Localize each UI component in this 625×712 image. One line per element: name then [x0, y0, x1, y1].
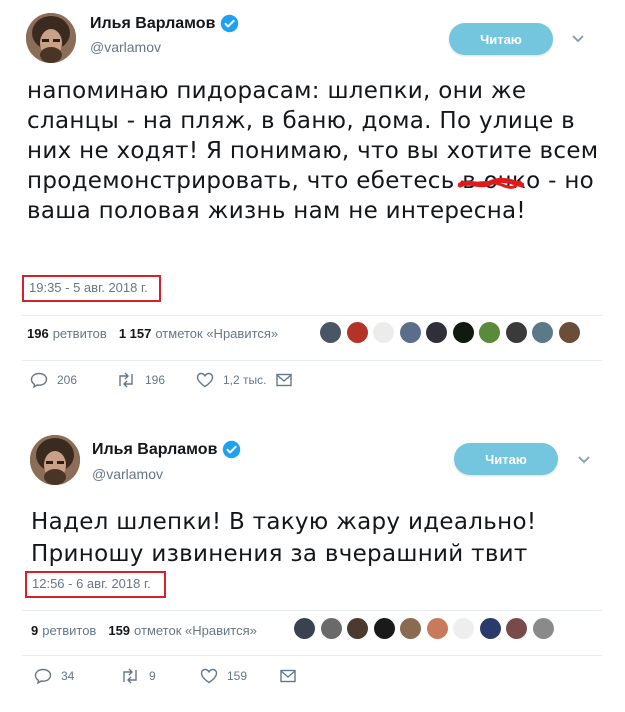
retweets-label: ретвитов	[42, 623, 97, 638]
reply-button[interactable]: 206	[30, 372, 116, 388]
retweets-stat[interactable]: 9 ретвитов	[31, 623, 96, 638]
liker-avatar[interactable]	[426, 618, 448, 639]
like-icon	[200, 668, 218, 684]
liker-avatars	[320, 322, 585, 343]
retweet-button[interactable]: 196	[116, 372, 196, 388]
tweet-timestamp[interactable]: 12:56 - 6 авг. 2018 г.	[25, 571, 166, 598]
liker-avatar[interactable]	[373, 618, 395, 639]
liker-avatar[interactable]	[320, 618, 342, 639]
retweet-icon	[119, 372, 133, 388]
reply-icon	[34, 668, 52, 684]
retweets-label: ретвитов	[52, 326, 107, 341]
liker-avatar[interactable]	[426, 322, 447, 343]
message-icon	[280, 669, 296, 683]
likes-label: отметок «Нравится»	[155, 326, 279, 341]
divider	[22, 655, 602, 656]
liker-avatar[interactable]	[320, 322, 341, 343]
liker-avatar[interactable]	[400, 618, 421, 639]
likes-stat[interactable]: 159 отметок «Нравится»	[108, 623, 257, 638]
author-avatar[interactable]	[30, 435, 80, 485]
liker-avatar[interactable]	[373, 322, 394, 343]
liker-avatar[interactable]	[347, 618, 368, 639]
liker-avatar[interactable]	[452, 322, 474, 343]
liker-avatar[interactable]	[294, 618, 315, 639]
liker-avatar[interactable]	[505, 322, 527, 343]
like-count: 1,2 тыс.	[223, 373, 267, 387]
reply-count: 206	[57, 373, 78, 387]
reply-count: 34	[61, 669, 75, 683]
follow-button[interactable]: Читаю	[454, 443, 558, 475]
message-icon	[276, 373, 292, 387]
divider	[22, 610, 602, 611]
tweet-2: Илья Варламов @varlamov Читаю Надел шлеп…	[0, 0, 625, 684]
author-name[interactable]: Илья Варламов	[92, 441, 217, 459]
likes-label: отметок «Нравится»	[134, 623, 257, 638]
retweets-count: 9	[31, 623, 39, 638]
retweets-stat[interactable]: 196 ретвитов	[27, 326, 107, 341]
like-icon	[196, 372, 214, 388]
liker-avatar[interactable]	[479, 322, 500, 343]
liker-avatar[interactable]	[479, 618, 501, 639]
liker-avatar[interactable]	[558, 322, 580, 343]
liker-avatar[interactable]	[532, 322, 553, 343]
like-button[interactable]: 159	[200, 668, 280, 684]
liker-avatar[interactable]	[399, 322, 421, 343]
retweet-count: 196	[145, 373, 166, 387]
retweet-count: 9	[149, 669, 156, 683]
likes-stat[interactable]: 1 157 отметок «Нравится»	[119, 326, 278, 341]
retweet-button[interactable]: 9	[120, 668, 200, 684]
divider	[22, 315, 602, 316]
retweets-count: 196	[27, 326, 49, 341]
divider	[22, 360, 602, 361]
liker-avatars	[294, 618, 559, 639]
liker-avatar[interactable]	[532, 618, 554, 639]
likes-count: 159	[108, 623, 131, 638]
caret-down-icon[interactable]	[577, 455, 591, 465]
like-button[interactable]: 1,2 тыс.	[196, 372, 276, 388]
like-count: 159	[227, 669, 248, 683]
liker-avatar[interactable]	[453, 618, 474, 639]
reply-button[interactable]: 34	[34, 668, 120, 684]
author-handle[interactable]: @varlamov	[92, 466, 163, 482]
verified-icon	[223, 440, 241, 459]
message-button[interactable]	[276, 373, 301, 387]
message-button[interactable]	[280, 669, 305, 683]
reply-icon	[30, 372, 48, 388]
retweet-icon	[123, 668, 137, 684]
liker-avatar[interactable]	[506, 618, 527, 639]
likes-count: 1 157	[118, 326, 152, 341]
tweet-text: Надел шлепки! В такую жару идеально! При…	[31, 509, 537, 567]
liker-avatar[interactable]	[346, 322, 368, 343]
